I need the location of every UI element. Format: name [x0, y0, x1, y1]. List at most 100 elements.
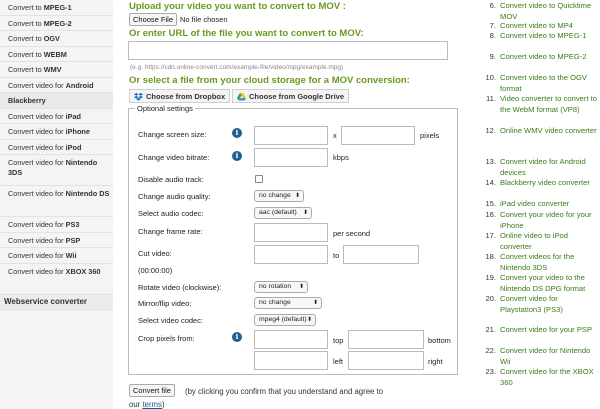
- sidebar-item-webm[interactable]: Convert to WEBM: [0, 47, 113, 62]
- sidebar-item-wii[interactable]: Convert video for Wii: [0, 248, 113, 264]
- sidebar-item-label: iPhone: [65, 127, 90, 136]
- related-item-link[interactable]: Convert videos for the Nintendo 3DS: [500, 252, 600, 273]
- sidebar-webservice-converter[interactable]: Webservice converter: [0, 294, 113, 310]
- rotate-value: no rotation: [259, 283, 292, 290]
- sidebar-item-android[interactable]: Convert video for Android: [0, 78, 113, 93]
- sidebar-item-prefix: Convert to: [8, 18, 44, 28]
- frame-rate-input[interactable]: [254, 223, 328, 242]
- related-item-number: 14.: [485, 178, 496, 187]
- sidebar-item-label: PSP: [65, 235, 81, 245]
- sidebar-item-ogv[interactable]: Convert to OGV: [0, 31, 113, 47]
- sidebar-item-iphone[interactable]: Convert video for iPhone: [0, 124, 113, 140]
- related-item-number: 19.: [485, 273, 496, 282]
- related-item-link[interactable]: Convert video to MPEG-2: [500, 52, 600, 63]
- related-item-number: 20.: [485, 294, 496, 303]
- related-item-number: 7.: [489, 21, 496, 30]
- mirror-select[interactable]: no change ⬍: [254, 297, 322, 309]
- sidebar-item-prefix: Convert video for: [8, 158, 66, 167]
- related-item-number: 22.: [485, 346, 496, 355]
- sidebar-item-label: iPad: [65, 111, 82, 121]
- no-file-text: No file chosen: [180, 15, 228, 24]
- sidebar-item-prefix: Convert video for: [8, 251, 66, 260]
- sidebar-item-prefix: Convert video for: [8, 235, 66, 245]
- related-item-link[interactable]: Convert video to Quicktime MOV: [500, 1, 600, 22]
- dropbox-button[interactable]: Choose from Dropbox: [129, 89, 231, 103]
- audio-quality-select[interactable]: no change ⬍: [254, 190, 304, 202]
- related-item-link[interactable]: Convert your video for your iPhone: [500, 210, 600, 231]
- related-item-link[interactable]: Convert video for the XBOX 360: [500, 367, 600, 388]
- screen-height-input[interactable]: [341, 126, 415, 145]
- rotate-select[interactable]: no rotation ⬍: [254, 281, 308, 293]
- related-item-link[interactable]: Convert video to the OGV format: [500, 73, 600, 94]
- related-item-number: 23.: [485, 367, 496, 376]
- audio-codec-select[interactable]: aac (default) ⬍: [254, 207, 312, 219]
- crop-top-input[interactable]: [254, 330, 328, 349]
- google-drive-label: Choose from Google Drive: [249, 92, 345, 101]
- related-item-link[interactable]: Convert video for your PSP: [500, 325, 600, 336]
- related-item-link[interactable]: Convert video to MPEG-1: [500, 31, 600, 42]
- sidebar-item-label: MPEG-1: [43, 3, 72, 12]
- sidebar-item-mpeg-1[interactable]: Convert to MPEG-1: [0, 0, 113, 16]
- sidebar-item-ipod[interactable]: Convert video for iPod: [0, 140, 113, 155]
- choose-file-button[interactable]: Choose File: [129, 13, 178, 26]
- cut-video-label: Cut video:: [138, 249, 172, 258]
- sidebar-item-wmv[interactable]: Convert to WMV: [0, 62, 113, 78]
- url-hint: (e.g. https://cdn.online-convert.com/exa…: [130, 64, 344, 71]
- related-item-link[interactable]: Online video to iPod converter: [500, 231, 600, 252]
- screen-width-input[interactable]: [254, 126, 328, 145]
- mirror-value: no change: [259, 299, 291, 306]
- sidebar-item-prefix: Convert video for: [8, 127, 66, 136]
- dropbox-icon: [134, 92, 143, 101]
- crop-info-icon[interactable]: i: [232, 332, 242, 342]
- video-codec-label: Select video codec:: [138, 316, 204, 325]
- sidebar-nav: Convert to MPEG-1 Convert to MPEG-2 Conver…: [0, 0, 113, 409]
- select-arrows-icon: ⬍: [302, 210, 308, 216]
- related-item-link[interactable]: Convert video for Playstation3 (PS3): [500, 294, 600, 315]
- sidebar-item-label: Blackberry: [8, 96, 46, 105]
- cut-start-input[interactable]: [254, 245, 328, 264]
- related-item-number: 18.: [485, 252, 496, 261]
- sidebar-item-blackberry[interactable]: Blackberry: [0, 93, 113, 109]
- sidebar-item-label: WEBM: [43, 49, 67, 59]
- google-drive-button[interactable]: Choose from Google Drive: [232, 89, 350, 103]
- sidebar-item-mpeg-2[interactable]: Convert to MPEG-2: [0, 16, 113, 31]
- sidebar-item-nintendo-ds[interactable]: Convert video for Nintendo DS: [0, 186, 113, 217]
- related-item-link[interactable]: Blackberry video converter: [500, 178, 600, 189]
- sidebar-item-nintendo-3ds[interactable]: Convert video for Nintendo 3DS: [0, 155, 113, 186]
- mirror-label: Mirror/flip video:: [138, 299, 192, 308]
- bitrate-input[interactable]: [254, 148, 328, 167]
- related-item-link[interactable]: iPad video converter: [500, 199, 600, 210]
- sidebar-item-psp[interactable]: Convert video for PSP: [0, 233, 113, 248]
- crop-left-input[interactable]: [254, 351, 328, 370]
- terms-our: our: [129, 400, 141, 409]
- related-item-number: 17.: [485, 231, 496, 240]
- cut-end-input[interactable]: [343, 245, 419, 264]
- disable-audio-checkbox[interactable]: [255, 175, 263, 183]
- sidebar-item-label: WMV: [43, 65, 62, 74]
- related-item-link[interactable]: Convert video for Nintendo Wii: [500, 346, 600, 367]
- crop-bottom-input[interactable]: [348, 330, 424, 349]
- related-item-link[interactable]: Video converter to convert to the WebM f…: [500, 94, 600, 115]
- sidebar-item-ipad[interactable]: Convert video for iPad: [0, 109, 113, 124]
- crop-right-input[interactable]: [348, 351, 424, 370]
- related-item-link[interactable]: Convert your video to the Nintendo DS DP…: [500, 273, 600, 294]
- crop-bottom-label: bottom: [428, 336, 451, 345]
- video-codec-select[interactable]: mpeg4 (default) ⬍: [254, 314, 316, 326]
- pixels-unit: pixels: [420, 131, 440, 140]
- sidebar-item-prefix: Convert to: [8, 3, 44, 12]
- bitrate-info-icon[interactable]: i: [232, 151, 242, 161]
- sidebar-item-ps3[interactable]: Convert video for PS3: [0, 217, 113, 233]
- related-item-link[interactable]: Online WMV video converter: [500, 126, 600, 137]
- screen-size-info-icon[interactable]: i: [232, 128, 242, 138]
- related-item-link[interactable]: Convert video for Android devices: [500, 157, 600, 178]
- terms-close: ): [161, 400, 165, 409]
- sidebar-item-label: Android: [65, 80, 94, 90]
- terms-text: (by clicking you confirm that you unders…: [185, 387, 384, 396]
- sidebar-item-xbox-360[interactable]: Convert video for XBOX 360: [0, 264, 113, 295]
- related-item-number: 15.: [485, 199, 496, 208]
- url-input[interactable]: [128, 41, 448, 60]
- related-item-link[interactable]: Convert video to MP4: [500, 21, 600, 32]
- bitrate-label: Change video bitrate:: [138, 153, 210, 162]
- terms-link[interactable]: terms: [142, 400, 162, 409]
- select-arrows-icon: ⬍: [298, 284, 304, 290]
